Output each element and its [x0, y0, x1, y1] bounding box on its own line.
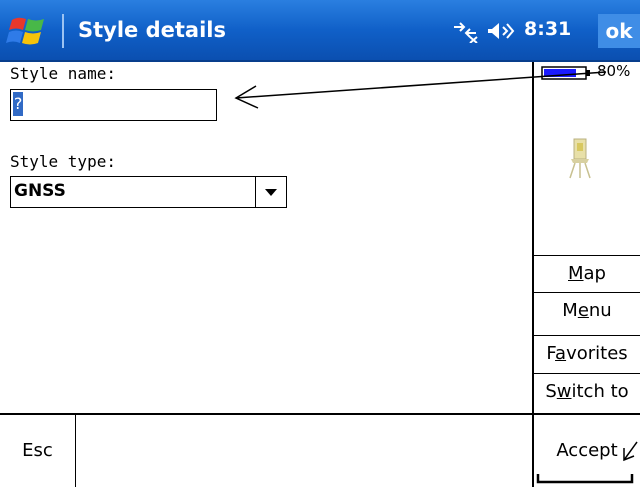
style-type-value: GNSS: [14, 181, 66, 201]
speaker-icon[interactable]: [487, 19, 517, 43]
accept-button-label: Accept: [556, 440, 618, 461]
esc-button[interactable]: Esc: [0, 415, 76, 487]
menu-button-label: Menu: [562, 300, 612, 321]
connectivity-icon[interactable]: [450, 19, 480, 43]
dropdown-button[interactable]: [255, 177, 286, 207]
style-type-dropdown[interactable]: GNSS: [10, 176, 287, 208]
title-separator: [62, 14, 64, 48]
chevron-down-icon: [265, 189, 277, 196]
windows-flag-icon[interactable]: [6, 12, 52, 50]
esc-button-label: Esc: [22, 440, 53, 461]
battery-percentage: 80%: [597, 62, 631, 80]
accept-button[interactable]: Accept: [534, 415, 640, 487]
style-name-input[interactable]: ?: [10, 89, 217, 121]
total-station-icon[interactable]: [565, 135, 595, 180]
menu-button[interactable]: Menu: [534, 292, 640, 329]
style-name-value: ?: [13, 92, 23, 116]
switch-to-button-label: Switch to: [545, 381, 629, 402]
ok-button[interactable]: ok: [598, 14, 640, 48]
clock[interactable]: 8:31: [524, 18, 571, 40]
switch-to-button[interactable]: Switch to: [534, 373, 640, 410]
battery-icon: [541, 66, 590, 80]
window-title: Style details: [78, 18, 226, 42]
favorites-button-label: Favorites: [546, 343, 628, 364]
title-bar: Style details 8:31 ok: [0, 0, 640, 62]
map-button-label: Map: [568, 263, 606, 284]
favorites-button[interactable]: Favorites: [534, 335, 640, 372]
map-button[interactable]: Map: [534, 255, 640, 292]
style-name-label: Style name:: [10, 64, 116, 83]
style-type-label: Style type:: [10, 152, 116, 171]
